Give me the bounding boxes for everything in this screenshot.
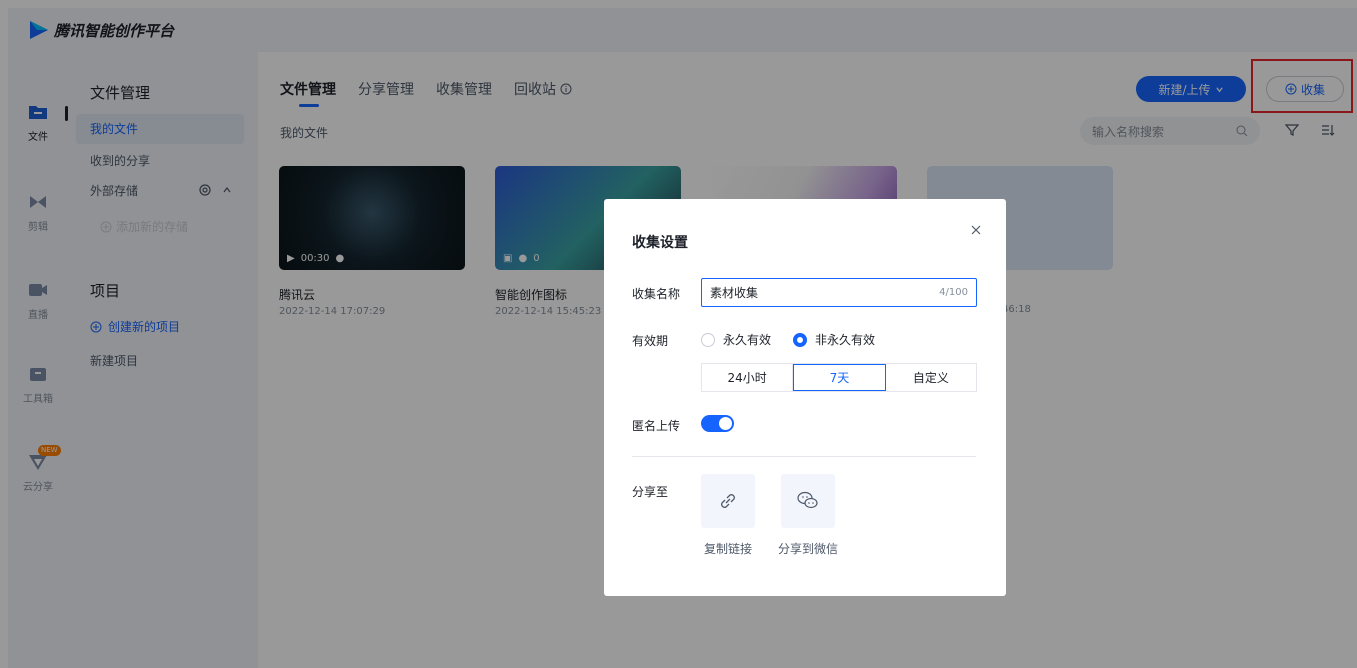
link-icon xyxy=(721,494,735,508)
anonymous-label: 匿名上传 xyxy=(632,419,681,433)
duration-segmented: 24小时 7天 自定义 xyxy=(701,363,977,392)
share-wechat-button[interactable] xyxy=(781,474,835,528)
wechat-icon xyxy=(797,491,818,509)
share-wechat-label: 分享到微信 xyxy=(778,542,839,556)
share-to-label: 分享至 xyxy=(632,485,669,499)
duration-custom[interactable]: 自定义 xyxy=(886,364,976,391)
collect-name-input[interactable]: 素材收集 4/100 xyxy=(701,278,977,307)
copy-link-button[interactable] xyxy=(701,474,755,528)
radio-non-permanent[interactable]: 非永久有效 xyxy=(793,331,875,348)
radio-label: 非永久有效 xyxy=(815,333,876,347)
name-label: 收集名称 xyxy=(632,287,681,301)
duration-24h[interactable]: 24小时 xyxy=(702,364,794,391)
radio-label: 永久有效 xyxy=(723,333,772,347)
radio-dot-selected xyxy=(793,332,807,347)
dialog-title: 收集设置 xyxy=(632,235,688,251)
duration-7d[interactable]: 7天 xyxy=(793,364,886,391)
radio-dot xyxy=(701,332,715,347)
divider xyxy=(632,456,976,457)
collect-settings-dialog: 收集设置 收集名称 素材收集 4/100 有效期 永久有效 非永久有效 24小时… xyxy=(604,199,1006,596)
anonymous-toggle[interactable] xyxy=(701,415,734,432)
char-count: 4/100 xyxy=(939,287,968,298)
copy-link-label: 复制链接 xyxy=(704,542,753,556)
radio-permanent[interactable]: 永久有效 xyxy=(701,331,771,348)
close-icon[interactable] xyxy=(970,224,982,236)
input-value: 素材收集 xyxy=(710,286,759,300)
validity-label: 有效期 xyxy=(632,334,669,348)
